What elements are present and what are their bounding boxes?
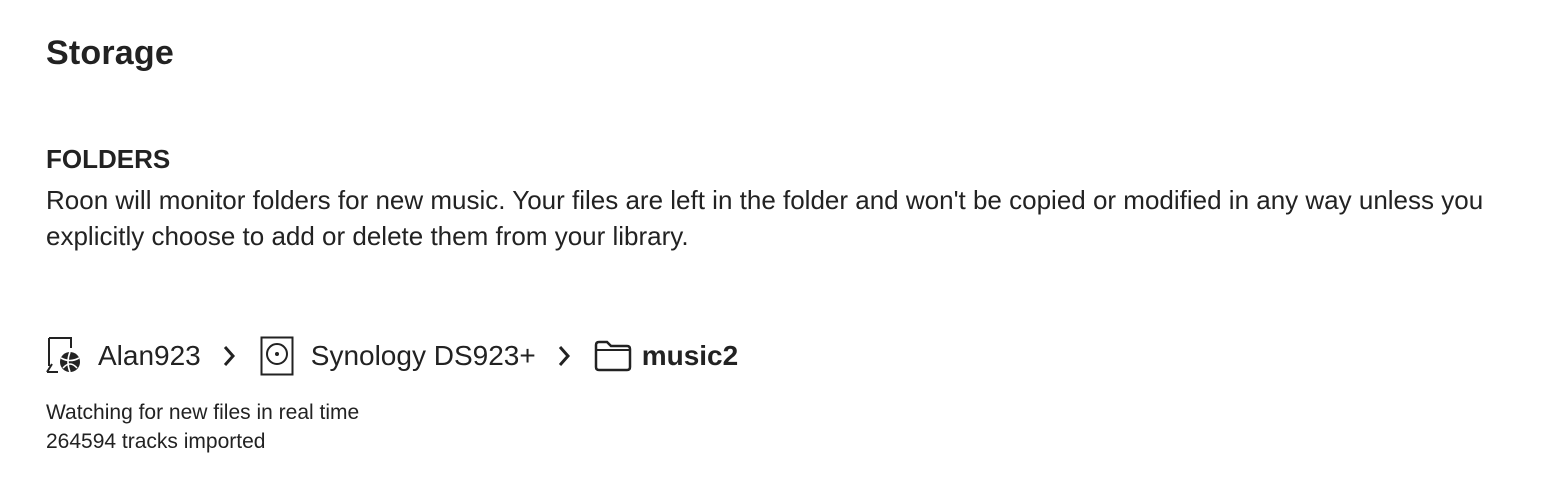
watch-status-text: Watching for new files in real time xyxy=(46,401,360,424)
breadcrumb-label: Alan923 xyxy=(98,340,201,371)
storage-page: Storage FOLDERS Roon will monitor folder… xyxy=(46,0,1552,492)
breadcrumb-label: Synology DS923+ xyxy=(310,340,536,371)
page-title: Storage xyxy=(46,34,174,72)
chevron-right-icon xyxy=(219,342,239,370)
breadcrumb-item-music2[interactable]: music2 xyxy=(594,336,739,376)
folders-description: Roon will monitor folders for new music.… xyxy=(46,185,1484,251)
breadcrumb-label: music2 xyxy=(641,340,739,371)
breadcrumb: Alan923 Synology DS923+ music2 xyxy=(46,334,738,378)
breadcrumb-item-synology[interactable]: Synology DS923+ xyxy=(259,336,536,376)
breadcrumb-item-alan923[interactable]: Alan923 xyxy=(46,336,201,376)
folders-heading: FOLDERS xyxy=(46,144,171,174)
hard-drive-icon xyxy=(259,336,295,376)
folder-status: Watching for new files in real time 2645… xyxy=(46,398,359,456)
chevron-right-icon xyxy=(554,342,574,370)
network-computer-icon xyxy=(46,336,82,376)
tracks-imported-text: 264594 tracks imported xyxy=(46,430,266,453)
folder-icon xyxy=(594,336,632,376)
